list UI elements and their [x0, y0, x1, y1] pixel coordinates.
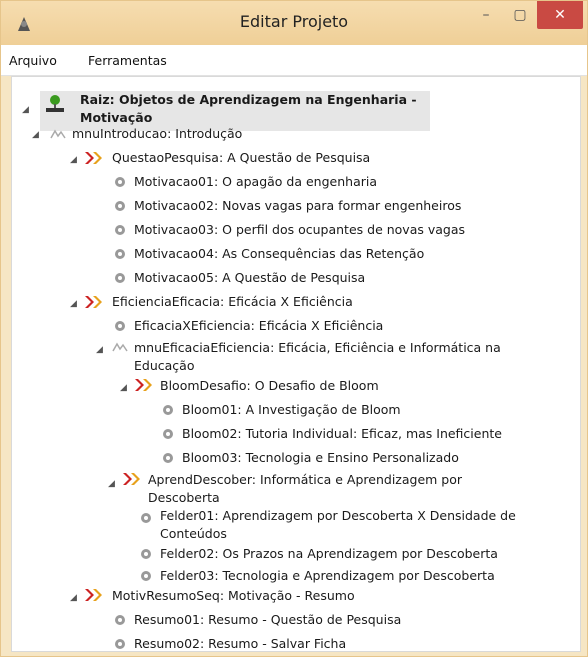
maximize-button[interactable]: ▢: [503, 1, 537, 29]
object-icon: [163, 429, 173, 439]
sequence-icon: [85, 296, 102, 308]
tree-motivresumoseq[interactable]: MotivResumoSeq: Motivação - Resumo: [112, 587, 355, 605]
project-tree: ◢ Raiz: Objetos de Aprendizagem na Engen…: [11, 76, 581, 652]
tree-bloom01[interactable]: Bloom01: A Investigação de Bloom: [182, 401, 401, 419]
tree-mnueficaciaeficiencia-cont: Educação: [134, 358, 195, 373]
tree-questaopesquisa[interactable]: QuestaoPesquisa: A Questão de Pesquisa: [112, 149, 370, 167]
object-icon: [115, 615, 125, 625]
close-button[interactable]: ✕: [537, 1, 583, 29]
tree-mnueficaciaeficiencia[interactable]: mnuEficaciaEficiencia: Eficácia, Eficiên…: [134, 339, 501, 357]
expand-questaopesquisa-icon[interactable]: ◢: [70, 155, 77, 165]
tree-motivacao05[interactable]: Motivacao05: A Questão de Pesquisa: [134, 269, 365, 287]
tree-motivacao01[interactable]: Motivacao01: O apagão da engenharia: [134, 173, 377, 191]
sequence-icon: [85, 589, 102, 601]
expand-eficienciaeficacia-icon[interactable]: ◢: [70, 299, 77, 309]
object-icon: [115, 273, 125, 283]
sequence-icon: [135, 379, 152, 391]
object-icon: [115, 225, 125, 235]
sequence-icon: [85, 152, 102, 164]
tree-bloomdesafio[interactable]: BloomDesafio: O Desafio de Bloom: [160, 377, 379, 395]
tree-bloom03[interactable]: Bloom03: Tecnologia e Ensino Personaliza…: [182, 449, 459, 467]
tree-felder01-cont: Conteúdos: [160, 526, 227, 541]
menu-arquivo[interactable]: Arquivo: [9, 53, 57, 68]
tree-eficienciaeficacia[interactable]: EficienciaEficacia: Eficácia X Eficiênci…: [112, 293, 353, 311]
minimize-button[interactable]: –: [469, 1, 503, 29]
menu-node-icon: [50, 129, 66, 139]
tree-motivacao03[interactable]: Motivacao03: O perfil dos ocupantes de n…: [134, 221, 465, 239]
tree-felder03[interactable]: Felder03: Tecnologia e Aprendizagem por …: [160, 567, 495, 585]
object-icon: [163, 453, 173, 463]
tree-motivacao04[interactable]: Motivacao04: As Consequências das Retenç…: [134, 245, 424, 263]
object-icon: [115, 321, 125, 331]
expand-bloomdesafio-icon[interactable]: ◢: [120, 383, 127, 393]
tree-resumo02[interactable]: Resumo02: Resumo - Salvar Ficha: [134, 635, 346, 651]
tree-aprenddescober[interactable]: AprendDescober: Informática e Aprendizag…: [148, 471, 462, 489]
expand-mnueficaciaeficiencia-icon[interactable]: ◢: [96, 345, 103, 355]
expand-aprenddescober-icon[interactable]: ◢: [108, 479, 115, 489]
expand-root-icon[interactable]: ◢: [22, 105, 29, 115]
tree-eficaciaxeficiencia[interactable]: EficaciaXEficiencia: Eficácia X Eficiênc…: [134, 317, 383, 335]
object-icon: [141, 549, 151, 559]
tree-root-label[interactable]: Raiz: Objetos de Aprendizagem na Engenha…: [80, 91, 417, 109]
object-icon: [141, 571, 151, 581]
object-icon: [115, 201, 125, 211]
editor-window: Editar Projeto – ▢ ✕ Arquivo Ferramentas…: [0, 0, 588, 657]
expand-mnuintroducao-icon[interactable]: ◢: [32, 130, 39, 140]
tree-resumo01[interactable]: Resumo01: Resumo - Questão de Pesquisa: [134, 611, 401, 629]
menu-node-icon: [112, 342, 128, 352]
object-icon: [141, 513, 151, 523]
tree-felder02[interactable]: Felder02: Os Prazos na Aprendizagem por …: [160, 545, 498, 563]
sequence-icon: [123, 473, 140, 485]
object-icon: [115, 177, 125, 187]
tree-aprenddescober-cont: Descoberta: [148, 490, 220, 505]
object-icon: [163, 405, 173, 415]
object-icon: [115, 639, 125, 649]
tree-motivacao02[interactable]: Motivacao02: Novas vagas para formar eng…: [134, 197, 461, 215]
tree-felder01[interactable]: Felder01: Aprendizagem por Descoberta X …: [160, 507, 516, 525]
expand-motivresumoseq-icon[interactable]: ◢: [70, 593, 77, 603]
menu-ferramentas[interactable]: Ferramentas: [88, 53, 167, 68]
tree-root-icon: [46, 95, 64, 112]
tree-bloom02[interactable]: Bloom02: Tutoria Individual: Eficaz, mas…: [182, 425, 502, 443]
menu-bar: Arquivo Ferramentas: [1, 45, 587, 76]
title-bar[interactable]: Editar Projeto – ▢ ✕: [1, 1, 587, 45]
tree-mnuintroducao[interactable]: mnuIntroducao: Introdução: [72, 125, 242, 143]
object-icon: [115, 249, 125, 259]
